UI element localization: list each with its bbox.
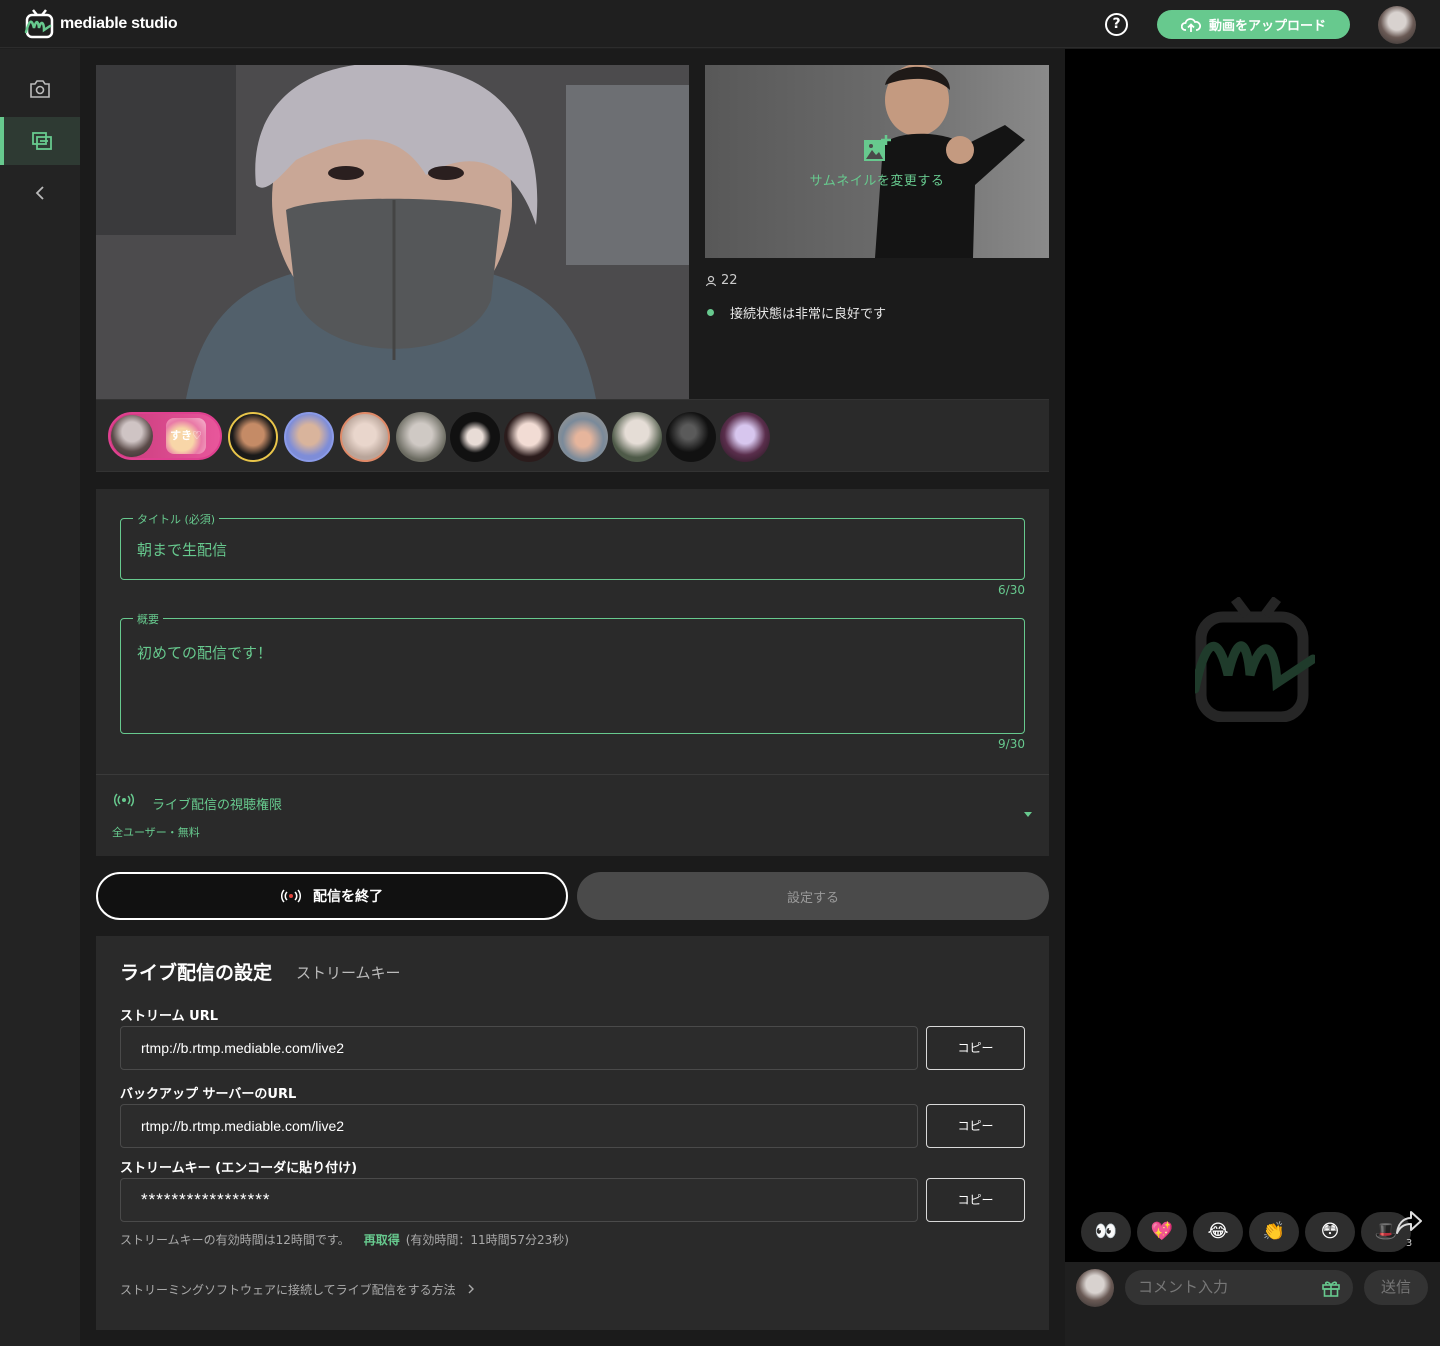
gift-icon[interactable] [1321, 1278, 1341, 1298]
thumbnail-change-button[interactable]: サムネイルを変更する [705, 65, 1049, 258]
broadcast-icon [114, 793, 134, 807]
connection-status-text: 接続状態は非常に良好です [730, 307, 887, 322]
stream-url-field[interactable]: rtmp://b.rtmp.mediable.com/live2 [120, 1026, 918, 1070]
avatar[interactable] [340, 412, 390, 462]
streaming-software-help-link[interactable]: ストリーミングソフトウェアに接続してライブ配信をする方法 [120, 1281, 475, 1298]
summary-char-counter: 9/30 [998, 737, 1025, 751]
reaction-button[interactable]: 😂 [1193, 1212, 1243, 1252]
reaction-button[interactable]: 😳 [1305, 1212, 1355, 1252]
upload-video-button[interactable]: 動画をアップロード [1157, 10, 1350, 39]
viewer-count: 22 [705, 273, 738, 288]
avatar[interactable] [666, 412, 716, 462]
stream-key-label: ストリームキー (エンコーダに貼り付け) [120, 1161, 358, 1176]
title-input[interactable]: 朝まで生配信 [137, 539, 227, 560]
copy-stream-key-button[interactable]: コピー [926, 1178, 1025, 1222]
chevron-down-icon [1024, 812, 1032, 817]
title-field-label: タイトル (必須) [133, 511, 220, 527]
sticker-image: すき♡ [166, 418, 206, 454]
share-icon [1396, 1211, 1422, 1234]
avatar[interactable] [396, 412, 446, 462]
stream-url-label: ストリーム URL [120, 1009, 218, 1024]
title-field[interactable]: タイトル (必須) 朝まで生配信 [120, 511, 1025, 580]
viewing-permission-value: 全ユーザー・無料 [112, 826, 200, 839]
stream-key-expiry-note: ストリームキーの有効時間は12時間です。 再取得 (有効時間：11時間57分23秒) [120, 1231, 569, 1248]
backup-url-field[interactable]: rtmp://b.rtmp.mediable.com/live2 [120, 1104, 918, 1148]
camera-icon [30, 80, 50, 98]
sidebar-item-camera[interactable] [0, 65, 80, 113]
cloud-upload-icon [1180, 17, 1201, 32]
mediable-logo[interactable]: mediable studio [24, 8, 178, 40]
share-count: 3 [1405, 1238, 1413, 1249]
featured-viewer-pill[interactable]: すき♡ [108, 412, 222, 460]
stream-key-field[interactable]: ***************** [120, 1178, 918, 1222]
comment-bar: コメント入力 送信 [1065, 1262, 1440, 1346]
end-stream-label: 配信を終了 [313, 889, 383, 905]
sidebar-item-stream-manager[interactable] [0, 117, 80, 165]
thumbnail-change-label: サムネイルを変更する [809, 174, 945, 189]
viewer-count-value: 22 [721, 273, 738, 288]
live-chat-panel: 👀 💖 😂 👏 😳 🎩 3 コメント入力 送信 [1065, 49, 1440, 1346]
upload-video-label: 動画をアップロード [1208, 19, 1326, 34]
main-content: サムネイルを変更する 22 接続状態は非常に良好です すき♡ タイトル (必須)… [80, 49, 1065, 1346]
summary-field[interactable]: 概要 初めての配信です！ [120, 611, 1025, 734]
avatar[interactable] [450, 412, 500, 462]
chevron-right-icon [468, 1284, 475, 1294]
avatar[interactable] [558, 412, 608, 462]
tab-stream-key[interactable]: ストリームキー [296, 962, 401, 983]
avatar[interactable] [504, 412, 554, 462]
send-button[interactable]: 送信 [1364, 1270, 1428, 1305]
share-button[interactable]: 3 [1391, 1210, 1427, 1250]
broadcast-icon [281, 889, 301, 903]
reaction-button[interactable]: 👏 [1249, 1212, 1299, 1252]
avatar[interactable] [720, 412, 770, 462]
stream-settings-panel: ライブ配信の設定 ストリームキー ストリーム URL rtmp://b.rtmp… [96, 936, 1049, 1330]
end-stream-button[interactable]: 配信を終了 [96, 872, 568, 920]
mediable-tv-icon [24, 9, 54, 39]
remaining-time: (有効時間：11時間57分23秒) [405, 1233, 569, 1247]
avatar [1076, 1269, 1114, 1307]
backup-url-label: バックアップ サーバーのURL [120, 1087, 297, 1102]
user-avatar[interactable] [1378, 6, 1416, 44]
help-link-text: ストリーミングソフトウェアに接続してライブ配信をする方法 [120, 1283, 456, 1297]
logo-text: mediable studio [60, 15, 178, 32]
comment-placeholder: コメント入力 [1138, 1278, 1229, 1296]
viewing-permission-select[interactable]: ライブ配信の視聴権限 全ユーザー・無料 [96, 774, 1049, 856]
copy-backup-url-button[interactable]: コピー [926, 1104, 1025, 1148]
viewer-avatar-strip: すき♡ [96, 399, 1049, 472]
refresh-key-link[interactable]: 再取得 [364, 1233, 400, 1247]
add-image-icon [864, 135, 891, 161]
avatar [111, 415, 153, 457]
stream-manager-icon [32, 132, 52, 150]
streamer-camera-image [96, 65, 689, 399]
expiry-note-text: ストリームキーの有効時間は12時間です。 [120, 1233, 350, 1247]
viewing-permission-title: ライブ配信の視聴権限 [152, 798, 283, 813]
comment-input[interactable]: コメント入力 [1125, 1270, 1353, 1305]
avatar[interactable] [284, 412, 334, 462]
stream-settings-title: ライブ配信の設定 [120, 962, 273, 984]
summary-input[interactable]: 初めての配信です！ [137, 642, 272, 663]
status-dot [707, 309, 714, 316]
person-icon [705, 275, 717, 286]
title-char-counter: 6/30 [998, 583, 1025, 597]
reaction-button[interactable]: 💖 [1137, 1212, 1187, 1252]
chevron-left-icon [35, 186, 44, 200]
sidebar-collapse[interactable] [0, 169, 80, 217]
copy-stream-url-button[interactable]: コピー [926, 1026, 1025, 1070]
reaction-bar: 👀 💖 😂 👏 😳 🎩 [1081, 1212, 1413, 1252]
summary-field-label: 概要 [133, 611, 163, 627]
sidebar [0, 49, 80, 1346]
apply-settings-button[interactable]: 設定する [577, 872, 1049, 920]
avatar[interactable] [612, 412, 662, 462]
top-bar: mediable studio ? 動画をアップロード [0, 0, 1440, 48]
mediable-tv-icon [1195, 597, 1315, 722]
reaction-button[interactable]: 👀 [1081, 1212, 1131, 1252]
connection-status: 接続状態は非常に良好です [705, 303, 886, 322]
help-icon[interactable]: ? [1105, 13, 1128, 36]
live-video-preview [96, 65, 689, 399]
avatar[interactable] [228, 412, 278, 462]
stream-info-form: タイトル (必須) 朝まで生配信 6/30 概要 初めての配信です！ 9/30 … [96, 489, 1049, 856]
